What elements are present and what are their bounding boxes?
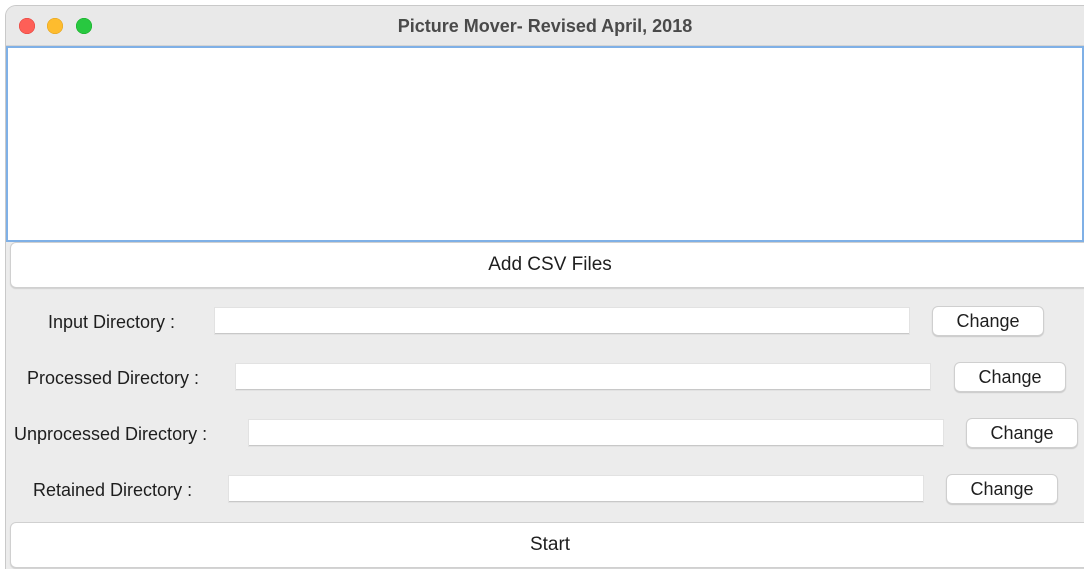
title-bar: Picture Mover- Revised April, 2018 — [6, 6, 1084, 46]
input-directory-change-button[interactable]: Change — [932, 306, 1044, 336]
start-button[interactable]: Start — [10, 522, 1084, 568]
unprocessed-directory-field[interactable] — [249, 420, 943, 446]
processed-directory-field[interactable] — [236, 364, 930, 390]
add-csv-files-button[interactable]: Add CSV Files — [10, 242, 1084, 288]
input-directory-field[interactable] — [215, 308, 909, 334]
unprocessed-directory-change-button[interactable]: Change — [966, 418, 1078, 448]
retained-directory-field[interactable] — [229, 476, 923, 502]
processed-directory-change-button[interactable]: Change — [954, 362, 1066, 392]
input-directory-label: Input Directory : — [48, 312, 176, 332]
retained-directory-label: Retained Directory : — [33, 480, 193, 500]
retained-directory-change-button[interactable]: Change — [946, 474, 1058, 504]
csv-file-list[interactable] — [6, 46, 1084, 242]
processed-directory-label: Processed Directory : — [27, 368, 200, 388]
app-window: Picture Mover- Revised April, 2018 Add C… — [6, 6, 1084, 569]
window-title: Picture Mover- Revised April, 2018 — [397, 16, 693, 36]
unprocessed-directory-label: Unprocessed Directory : — [14, 424, 208, 444]
